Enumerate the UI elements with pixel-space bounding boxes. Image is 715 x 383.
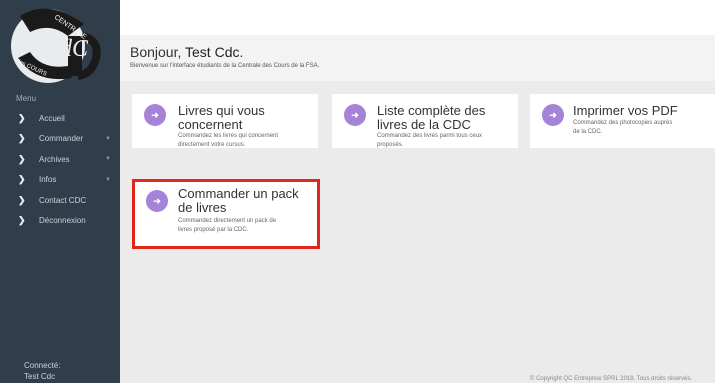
sidebar-item-label: Commander bbox=[39, 134, 84, 144]
sidebar-item-archives[interactable]: ❯ Archives ▼ bbox=[0, 149, 120, 170]
connected-label: Connecté: bbox=[24, 361, 61, 370]
caret-down-icon: ▼ bbox=[105, 135, 111, 142]
sidebar-item-label: Accueil bbox=[39, 113, 65, 123]
footer-copyright: © Copyright QC Entreprise SPRL 2018. Tou… bbox=[530, 376, 693, 382]
card-imprimer-pdf[interactable]: ➜ Imprimer vos PDF Commandez des photoco… bbox=[530, 94, 715, 148]
caret-down-icon: ▼ bbox=[105, 156, 111, 163]
arrow-right-circle-icon: ➜ bbox=[144, 104, 166, 126]
top-band bbox=[120, 0, 715, 35]
arrow-right-circle-icon: ➜ bbox=[344, 104, 366, 126]
sidebar-item-deconnexion[interactable]: ❯ Déconnexion bbox=[0, 211, 120, 232]
card-liste-complete[interactable]: ➜ Liste complète des livres de la CDC Com… bbox=[332, 94, 518, 148]
card-description: Commandez des photocopies auprès de la CD… bbox=[573, 120, 673, 135]
menu-title: Menu bbox=[16, 94, 37, 103]
sidebar: CdC CENTRALE des COURS Menu ❯ Accueil ❯ … bbox=[0, 0, 120, 383]
sidebar-item-contact[interactable]: ❯ Contact CDC bbox=[0, 190, 120, 211]
arrow-right-circle-icon: ➜ bbox=[542, 104, 564, 126]
connected-user-info: Connecté: Test Cdc bbox=[24, 360, 60, 382]
sidebar-item-label: Contact CDC bbox=[39, 195, 87, 205]
sidebar-item-accueil[interactable]: ❯ Accueil bbox=[0, 108, 120, 129]
card-title: Liste complète des livres de la CDC bbox=[377, 103, 486, 132]
sidebar-item-commander[interactable]: ❯ Commander ▼ bbox=[0, 129, 120, 150]
sidebar-menu: ❯ Accueil ❯ Commander ▼ ❯ Archives ▼ ❯ I… bbox=[0, 108, 120, 231]
chevron-right-icon: ❯ bbox=[18, 174, 26, 185]
chevron-right-icon: ❯ bbox=[18, 133, 26, 144]
page-header: Bonjour, Test Cdc. Bienvenue sur l'inter… bbox=[120, 35, 715, 81]
user-name: Test Cdc bbox=[185, 44, 240, 60]
highlight-box bbox=[132, 179, 320, 249]
chevron-right-icon: ❯ bbox=[18, 215, 26, 226]
card-description: Commandez les livres qui concernent direc… bbox=[178, 133, 279, 148]
sidebar-item-label: Infos bbox=[39, 175, 57, 185]
page-subtitle: Bienvenue sur l'interface étudiants de l… bbox=[130, 63, 320, 69]
card-title: Imprimer vos PDF bbox=[573, 103, 678, 118]
chevron-right-icon: ❯ bbox=[18, 153, 26, 164]
sidebar-item-label: Archives bbox=[39, 154, 70, 164]
card-title: Livres qui vous concernent bbox=[178, 103, 265, 132]
caret-down-icon: ▼ bbox=[105, 176, 111, 183]
cdc-logo[interactable]: CdC CENTRALE des COURS bbox=[8, 6, 112, 86]
chevron-right-icon: ❯ bbox=[18, 194, 26, 205]
chevron-right-icon: ❯ bbox=[18, 112, 26, 123]
card-description: Commandez des livres parmi tous ceux prop… bbox=[377, 133, 483, 148]
page-title: Bonjour, Test Cdc. bbox=[130, 44, 244, 60]
connected-user-name: Test Cdc bbox=[24, 372, 56, 381]
sidebar-item-infos[interactable]: ❯ Infos ▼ bbox=[0, 170, 120, 191]
sidebar-item-label: Déconnexion bbox=[39, 216, 86, 226]
card-livres-concernent[interactable]: ➜ Livres qui vous concernent Commandez le… bbox=[132, 94, 318, 148]
